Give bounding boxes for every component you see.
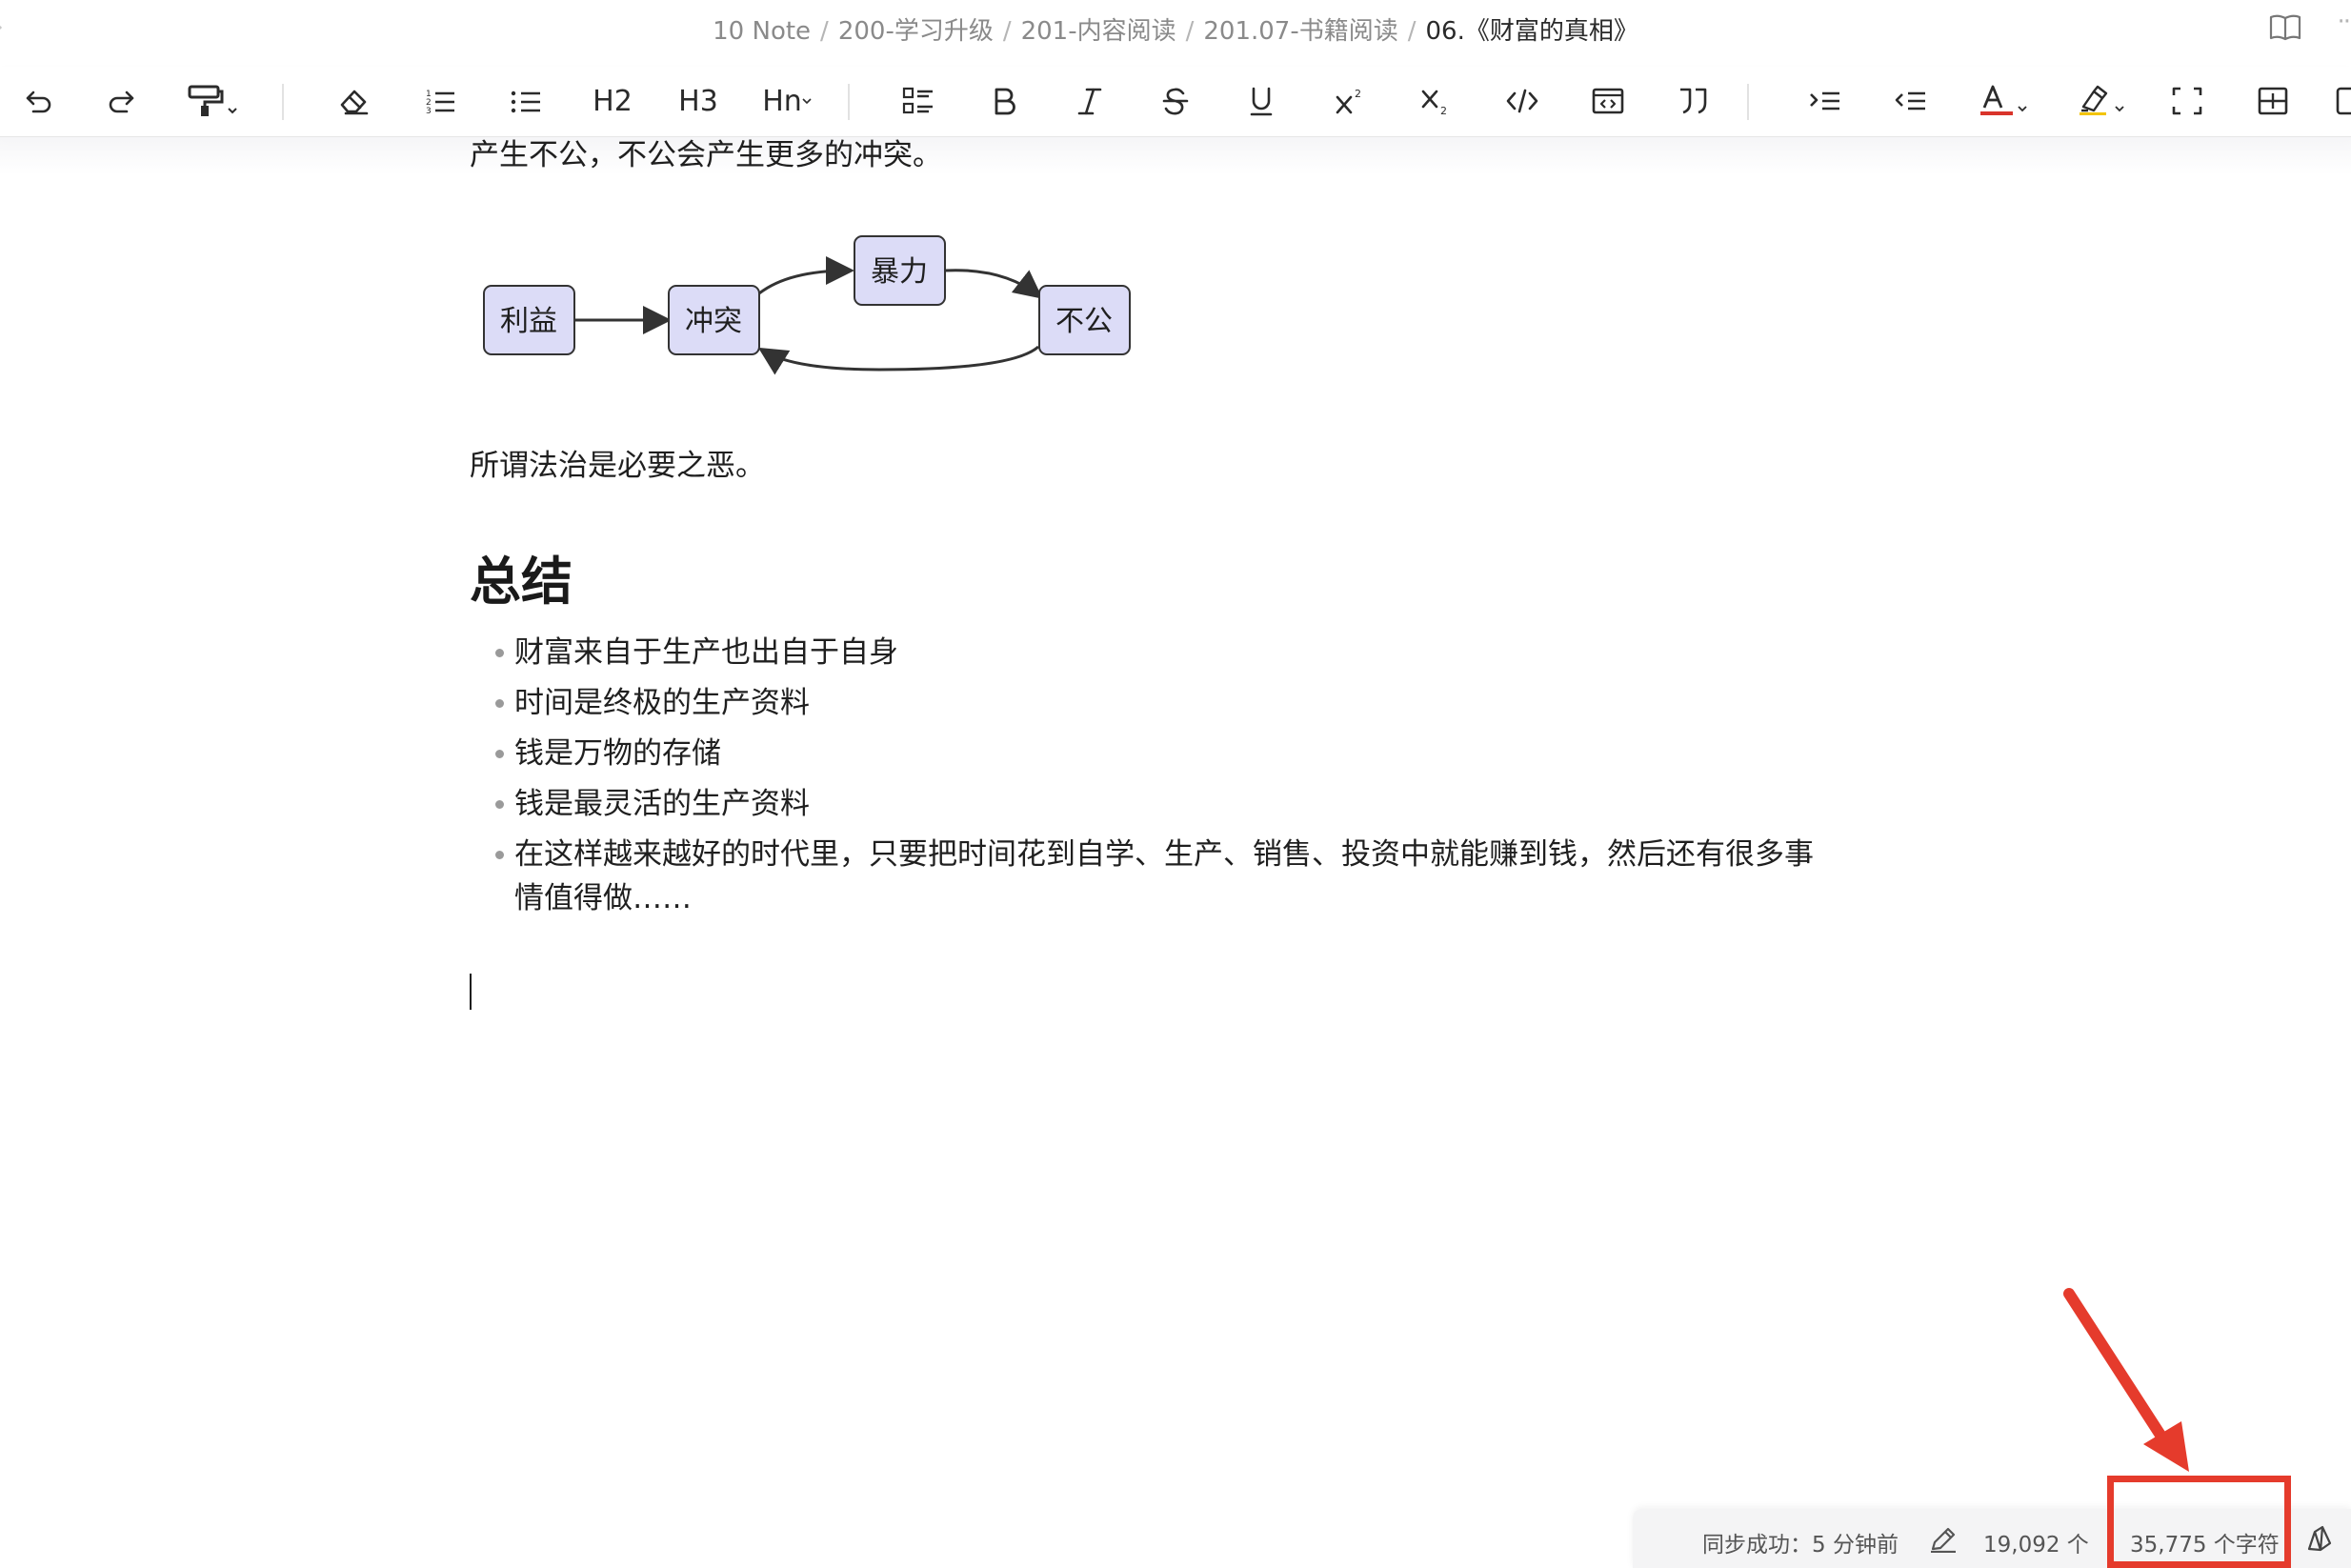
edge-conflict-violence [758, 256, 854, 295]
list-item: 在这样越来越好的时代里，只要把时间花到自学、生产、销售、投资中就能赚到钱，然后还… [470, 833, 1822, 920]
breadcrumb-separator: / [1407, 17, 1417, 46]
svg-text:2: 2 [1355, 88, 1361, 100]
flow-diagram: 利益 冲突 暴力 不公 [483, 235, 1131, 375]
eraser-icon[interactable] [333, 76, 375, 126]
list-item-text: 钱是万物的存储 [514, 736, 721, 771]
redo-icon[interactable] [101, 76, 143, 126]
reading-mode-icon[interactable] [2269, 13, 2301, 42]
more-icon[interactable]: ·· [2337, 8, 2350, 36]
italic-icon[interactable] [1069, 76, 1111, 126]
breadcrumb-item[interactable]: 10 Note [713, 17, 811, 46]
bold-icon[interactable] [983, 76, 1025, 126]
font-color-icon[interactable] [1976, 76, 2033, 126]
code-icon[interactable] [1501, 76, 1543, 126]
toolbar-shadow [0, 137, 2351, 175]
node-label: 不公 [1055, 305, 1113, 338]
heading-2-button[interactable]: H2 [589, 76, 636, 126]
fullscreen-icon[interactable] [2166, 76, 2208, 126]
breadcrumb-item[interactable]: 201-内容阅读 [1021, 17, 1176, 46]
paragraph: 产生不公，不公会产生更多的冲突。 [470, 138, 942, 172]
outdent-icon[interactable] [1890, 76, 1932, 126]
edge-violence-injustice [944, 269, 1043, 299]
checklist-icon[interactable] [897, 76, 939, 126]
list-item: 财富来自于生产也出自于自身 [470, 631, 1822, 674]
heading-3-button[interactable]: H3 [674, 76, 722, 126]
underline-icon[interactable] [1240, 76, 1282, 126]
annotation-arrow-icon [2063, 1288, 2189, 1472]
bullet-list-icon[interactable] [505, 76, 547, 126]
breadcrumb-item[interactable]: 200-学习升级 [838, 17, 994, 46]
app-logo-icon[interactable] [2305, 1524, 2334, 1553]
text-cursor [470, 974, 472, 1010]
diagram-node-conflict: 冲突 [668, 285, 760, 355]
undo-icon[interactable] [17, 76, 59, 126]
more-tools-icon[interactable] [2334, 76, 2351, 126]
list-item: 时间是终极的生产资料 [470, 681, 1822, 725]
heading-n-button[interactable]: Hn [758, 76, 815, 126]
node-label: 暴力 [871, 255, 928, 289]
list-item: 钱是最灵活的生产资料 [470, 782, 1822, 826]
toolbar-divider [1747, 84, 1749, 120]
superscript-icon[interactable]: 2 [1330, 76, 1372, 126]
table-icon[interactable] [2252, 76, 2294, 126]
paragraph: 所谓法治是必要之恶。 [470, 449, 765, 483]
bullet-list: 财富来自于生产也出自于自身 时间是终极的生产资料 钱是万物的存储 钱是最灵活的生… [470, 631, 1822, 927]
sync-status: 同步成功：5 分钟前 [1702, 1533, 1899, 1558]
highlight-icon[interactable] [2075, 76, 2132, 126]
svg-text:3: 3 [426, 107, 432, 116]
list-item-text: 时间是终极的生产资料 [514, 686, 810, 720]
highlight-box [2107, 1476, 2291, 1568]
format-painter-icon[interactable] [187, 76, 242, 126]
indent-icon[interactable] [1804, 76, 1846, 126]
diagram-node-violence: 暴力 [854, 235, 946, 306]
code-block-icon[interactable] [1587, 76, 1629, 126]
node-label: 利益 [500, 305, 557, 338]
breadcrumb: 10 Note / 200-学习升级 / 201-内容阅读 / 201.07-书籍阅读 / 06… [0, 11, 2351, 47]
list-item-text: 钱是最灵活的生产资料 [514, 787, 810, 821]
editor-toolbar: 123 H2 H3 Hn 2 2 [0, 67, 2351, 137]
toolbar-divider [282, 84, 284, 120]
breadcrumb-current: 06.《财富的真相》 [1425, 17, 1638, 46]
breadcrumb-separator: / [1002, 17, 1012, 46]
toolbar-divider [848, 84, 850, 120]
heading-n-label: Hn [762, 84, 802, 118]
list-item-text: 在这样越来越好的时代里，只要把时间花到自学、生产、销售、投资中就能赚到钱，然后还… [514, 837, 1814, 915]
edit-icon[interactable] [1929, 1526, 1958, 1553]
breadcrumb-separator: / [820, 17, 829, 46]
node-label: 冲突 [685, 305, 742, 338]
svg-text:2: 2 [1440, 105, 1447, 116]
quote-icon[interactable] [1673, 76, 1715, 126]
subscript-icon[interactable]: 2 [1416, 76, 1457, 126]
title-bar: › 10 Note/200-学习升级/201-内容阅读/201.07-书籍阅读/… [0, 0, 2351, 59]
strikethrough-icon[interactable] [1155, 76, 1196, 126]
list-item: 钱是万物的存储 [470, 732, 1822, 775]
breadcrumb-item[interactable]: 201.07-书籍阅读 [1203, 17, 1397, 46]
diagram-node-injustice: 不公 [1038, 285, 1131, 355]
list-item-text: 财富来自于生产也出自于自身 [514, 635, 898, 670]
diagram-edges [575, 256, 1043, 375]
edge-injustice-conflict [757, 345, 1039, 375]
diagram-node-interest: 利益 [483, 285, 575, 355]
breadcrumb-separator: / [1185, 17, 1195, 46]
ordered-list-icon[interactable]: 123 [419, 76, 461, 126]
word-count[interactable]: 19,092 个词 [1983, 1526, 2088, 1558]
section-heading: 总结 [470, 552, 573, 612]
chevron-down-icon [802, 98, 812, 105]
